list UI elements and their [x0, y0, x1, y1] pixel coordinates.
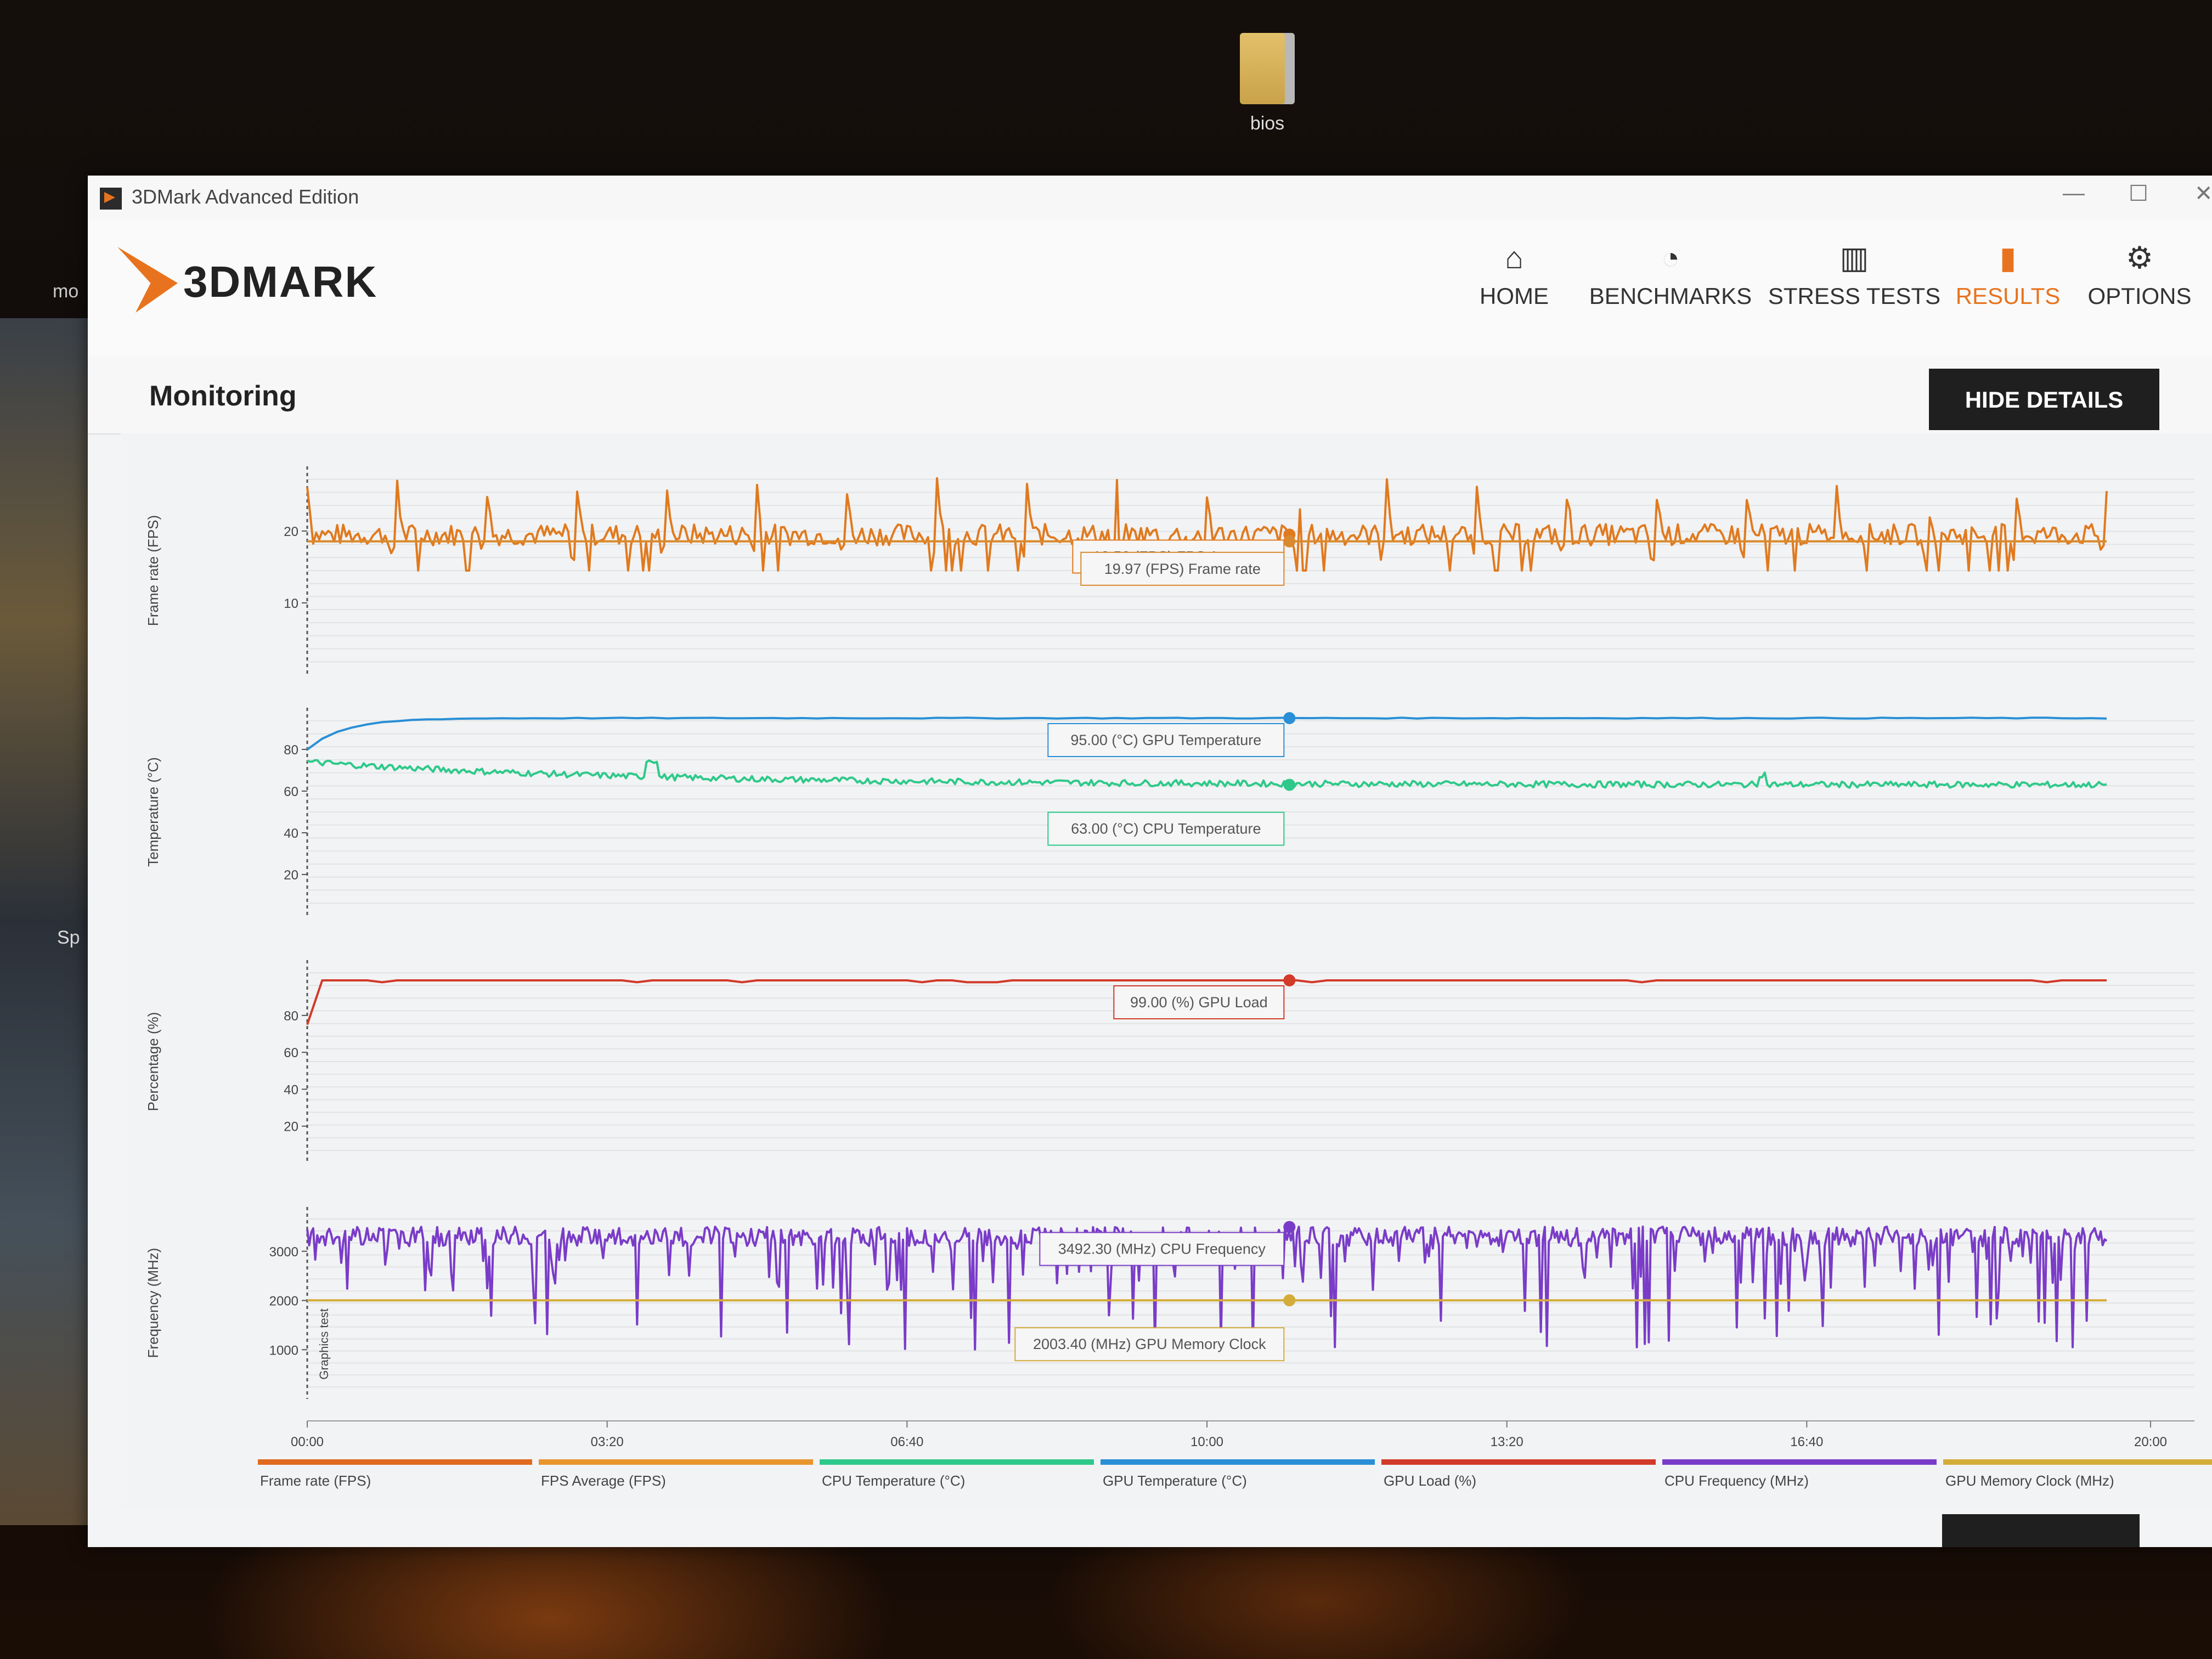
close-button[interactable]: ✕	[2194, 181, 2212, 206]
legend-label: GPU Temperature (°C)	[1103, 1472, 1247, 1489]
desktop-label-partial: mo	[53, 281, 79, 302]
window-title: 3DMark Advanced Edition	[132, 185, 359, 208]
series-marker	[1283, 778, 1296, 791]
y-axis-label: Frequency (MHz)	[145, 1248, 161, 1358]
y-tick-label: 20	[284, 524, 298, 539]
desktop-folder-bios[interactable]: bios	[1229, 33, 1306, 134]
home-icon: ⌂	[1505, 240, 1523, 275]
legend-label: CPU Frequency (MHz)	[1664, 1472, 1809, 1489]
y-tick-label: 40	[284, 826, 298, 841]
app-window: 3DMark Advanced Edition — ☐ ✕ 3DMARK ⌂ H…	[88, 176, 2212, 1547]
gear-icon: ⚙	[2125, 240, 2154, 275]
series-line	[307, 759, 2107, 789]
legend-label: GPU Load (%)	[1384, 1472, 1476, 1489]
minimize-button[interactable]: —	[2063, 181, 2085, 206]
x-tick-label: 20:00	[2134, 1435, 2167, 1449]
nav-benchmarks[interactable]: ◔ BENCHMARKS	[1575, 236, 1767, 329]
tooltip-text: 2003.40 (MHz) GPU Memory Clock	[1033, 1336, 1266, 1352]
legend-label: CPU Temperature (°C)	[822, 1472, 965, 1489]
tooltip-text: 95.00 (°C) GPU Temperature	[1070, 732, 1261, 748]
y-axis-label: Frame rate (FPS)	[145, 515, 161, 626]
desktop-label-partial-2: Sp	[57, 927, 80, 948]
series-marker	[1283, 1294, 1296, 1307]
y-tick-label: 2000	[269, 1294, 298, 1309]
nav-results[interactable]: ▮ RESULTS	[1942, 236, 2074, 329]
y-tick-label: 10	[284, 596, 298, 611]
x-tick-label: 13:20	[1491, 1435, 1523, 1449]
y-tick-label: 1000	[269, 1343, 298, 1358]
y-tick-label: 3000	[269, 1245, 298, 1260]
y-axis-label: Temperature (°C)	[145, 757, 161, 867]
series-marker	[1283, 712, 1296, 724]
y-tick-label: 40	[284, 1082, 298, 1097]
y-tick-label: 60	[284, 1046, 298, 1060]
nav-options-label: OPTIONS	[2087, 283, 2192, 309]
logo[interactable]: 3DMARK	[112, 241, 452, 318]
x-tick-label: 06:40	[890, 1435, 923, 1449]
monitoring-chart-area: 1020Frame rate (FPS)18.56 (FPS) FPS Aver…	[121, 433, 2212, 1509]
x-tick-label: 10:00	[1190, 1435, 1223, 1449]
gauge-icon: ◔	[1661, 240, 1680, 275]
monitoring-chart[interactable]: 1020Frame rate (FPS)18.56 (FPS) FPS Aver…	[121, 433, 2212, 1509]
nav-options[interactable]: ⚙ OPTIONS	[2074, 236, 2205, 329]
legend-swatch	[820, 1459, 1094, 1465]
y-tick-label: 80	[284, 743, 298, 758]
x-tick-label: 16:40	[1790, 1435, 1823, 1449]
tooltip-text: 19.97 (FPS) Frame rate	[1104, 561, 1261, 577]
legend-swatch	[539, 1459, 813, 1465]
legend-swatch	[1662, 1459, 1937, 1465]
legend-label: Frame rate (FPS)	[260, 1472, 371, 1489]
nav-home-label: HOME	[1480, 283, 1549, 309]
legend-label: GPU Memory Clock (MHz)	[1945, 1472, 2114, 1489]
logo-mark-icon	[112, 241, 183, 318]
window-titlebar[interactable]: 3DMark Advanced Edition — ☐ ✕	[88, 176, 2212, 219]
tooltip-text: 3492.30 (MHz) CPU Frequency	[1058, 1241, 1266, 1257]
app-icon	[100, 188, 122, 210]
hide-details-button[interactable]: HIDE DETAILS	[1929, 369, 2159, 430]
app-header: 3DMARK ⌂ HOME ◔ BENCHMARKS ▥ STRESS TEST…	[88, 219, 2212, 357]
section-bar: Monitoring HIDE DETAILS	[88, 357, 2212, 435]
folder-icon	[1240, 33, 1295, 104]
nav-stress-tests[interactable]: ▥ STRESS TESTS	[1767, 236, 1942, 329]
nav-results-label: RESULTS	[1955, 283, 2061, 309]
y-tick-label: 80	[284, 1009, 298, 1024]
y-tick-label: 60	[284, 785, 298, 799]
x-tick-label: 00:00	[291, 1435, 324, 1449]
logo-text: 3DMARK	[183, 257, 378, 306]
nav-home[interactable]: ⌂ HOME	[1454, 236, 1575, 329]
bar-chart-icon: ▥	[1839, 240, 1869, 275]
legend-swatch	[1101, 1459, 1375, 1465]
graphics-test-label: Graphics test	[317, 1308, 331, 1380]
tooltip-text: 99.00 (%) GPU Load	[1130, 994, 1268, 1011]
series-marker	[1283, 535, 1296, 548]
desktop-folder-label: bios	[1250, 113, 1285, 134]
tooltip-text: 63.00 (°C) CPU Temperature	[1071, 821, 1261, 837]
nav-benchmarks-label: BENCHMARKS	[1589, 283, 1752, 309]
legend-swatch	[258, 1459, 532, 1465]
y-tick-label: 20	[284, 868, 298, 883]
series-marker	[1283, 1221, 1296, 1233]
nav-stress-tests-label: STRESS TESTS	[1768, 283, 1941, 309]
y-tick-label: 20	[284, 1120, 298, 1135]
bottom-button-partial[interactable]	[1942, 1514, 2140, 1547]
y-axis-label: Percentage (%)	[145, 1012, 161, 1111]
maximize-button[interactable]: ☐	[2129, 181, 2148, 206]
series-marker	[1283, 974, 1296, 986]
legend-swatch	[1381, 1459, 1656, 1465]
x-tick-label: 03:20	[591, 1435, 624, 1449]
legend-swatch	[1943, 1459, 2212, 1465]
results-icon: ▮	[1999, 240, 2017, 275]
legend-label: FPS Average (FPS)	[541, 1472, 666, 1489]
page-title: Monitoring	[149, 380, 297, 412]
